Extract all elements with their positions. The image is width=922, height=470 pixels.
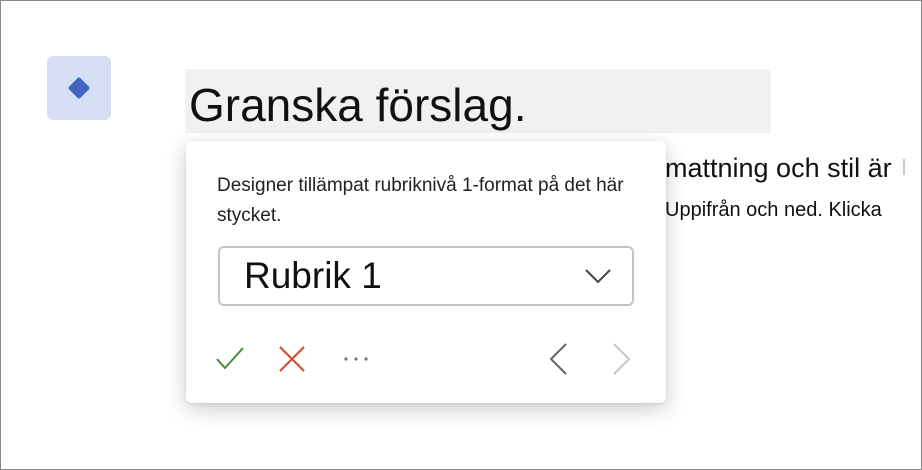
close-icon (279, 346, 305, 372)
previous-suggestion-button[interactable] (540, 341, 576, 377)
more-options-icon (344, 357, 368, 361)
more-options-button[interactable] (338, 341, 374, 377)
body-text-line[interactable]: Uppifrån och ned. Klicka (665, 197, 882, 223)
heading-style-dropdown[interactable]: Rubrik 1 (218, 246, 634, 306)
reject-suggestion-button[interactable] (274, 341, 310, 377)
accept-suggestion-button[interactable] (212, 341, 248, 377)
chevron-right-icon (613, 343, 631, 375)
selected-style: Rubrik 1 (244, 255, 382, 296)
designer-diamond-icon (67, 76, 91, 100)
designer-button[interactable] (47, 56, 111, 120)
document-canvas: Granska förslag. mattning och stil är Up… (0, 0, 922, 470)
body-text-line[interactable]: mattning och stil är (665, 151, 892, 185)
chevron-left-icon (549, 343, 567, 375)
document-heading[interactable]: Granska förslag. (189, 77, 526, 133)
text-cursor (903, 159, 905, 175)
next-suggestion-button[interactable] (604, 341, 640, 377)
checkmark-icon (216, 347, 244, 370)
chevron-down-icon (585, 269, 611, 284)
suggestion-message: Designer tillämpat rubriknivå 1-format p… (217, 175, 624, 226)
designer-suggestion-popup: Designer tillämpat rubriknivå 1-format p… (186, 141, 666, 403)
